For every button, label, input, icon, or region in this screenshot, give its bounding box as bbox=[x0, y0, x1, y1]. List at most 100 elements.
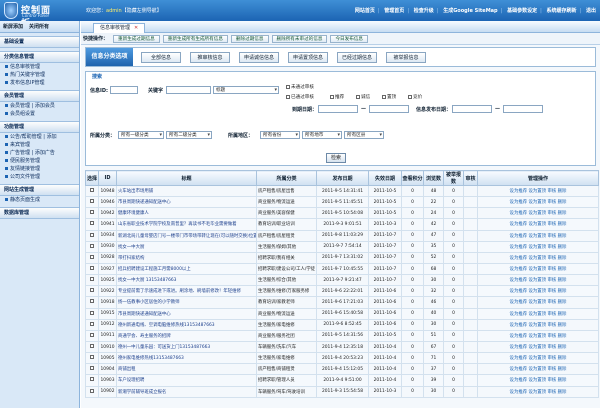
sidebar-item-members[interactable]: 会员管理 | 添加会员 bbox=[0, 102, 79, 110]
city-select[interactable]: 所有地市 bbox=[302, 131, 342, 139]
row-title[interactable]: 德州家电维修热线13153487663 bbox=[116, 352, 257, 365]
row-title[interactable]: 专业提前需了示速成进下或进。刷涂地、刷墙前修改！年轻维修 bbox=[116, 285, 257, 298]
row-checkbox[interactable] bbox=[90, 243, 94, 248]
row-actions[interactable]: 设为推荐 设为置顶 审核 删除 bbox=[477, 218, 599, 231]
row-title[interactable]: 找女一中大厨 13153487663 bbox=[116, 274, 257, 287]
col-publish-date[interactable]: 发布日期 bbox=[316, 170, 369, 186]
nav-logout[interactable]: 退出 bbox=[586, 8, 596, 14]
new-tab-link[interactable]: 新屏添加 bbox=[3, 23, 23, 30]
sidebar-item-info-audit[interactable]: 信息审核管理 bbox=[0, 63, 79, 71]
check-not-approved[interactable]: 未通过审核 bbox=[286, 84, 314, 90]
row-title[interactable]: 商通学会、寿主服务的招牌 bbox=[116, 329, 257, 342]
row-title[interactable]: 新潮学前辅导班成立报名 bbox=[116, 385, 257, 398]
close-all-link[interactable]: 关闭所有 bbox=[29, 23, 49, 30]
check-top[interactable]: 置顶 bbox=[382, 94, 396, 100]
row-checkbox[interactable] bbox=[90, 344, 94, 349]
id-input[interactable] bbox=[110, 86, 138, 94]
row-title[interactable]: 招兵招聘建设工程施工月需8000以上 bbox=[116, 262, 257, 276]
row-actions[interactable]: 设为推荐 设为置顶 审核 删除 bbox=[477, 385, 599, 398]
sidebar-item-ads[interactable]: 广告管理 | 添加广告 bbox=[0, 149, 79, 157]
nav-check-update[interactable]: 检查升级 bbox=[414, 8, 434, 14]
nav-cache-refresh[interactable]: 系统缓存刷新 bbox=[547, 8, 577, 14]
row-actions[interactable]: 设为推荐 设为置顶 审核 删除 bbox=[477, 374, 599, 387]
row-title[interactable]: 市县周期快递通知配送中心 bbox=[116, 196, 257, 209]
col-audit[interactable]: 审核 bbox=[463, 170, 478, 186]
sidebar-item-links[interactable]: 友情链接管理 bbox=[0, 165, 79, 173]
all-info-button[interactable]: 全部信息 bbox=[141, 52, 181, 63]
sidebar-item-files[interactable]: 公司文件管理 bbox=[0, 173, 79, 181]
regen-all-button[interactable]: 重新生成所有生成所有信息 bbox=[162, 34, 228, 43]
check-integrity[interactable]: 诚信 bbox=[356, 94, 370, 100]
row-checkbox[interactable] bbox=[90, 288, 94, 293]
row-title[interactable]: 带打扫家结构 bbox=[116, 251, 257, 264]
sidebar-group-basic[interactable]: 基础设置 bbox=[0, 36, 79, 48]
reported-info-button[interactable]: 被举报信息 bbox=[386, 52, 426, 63]
row-actions[interactable]: 设为推荐 设为置顶 审核 删除 bbox=[477, 307, 599, 320]
row-checkbox[interactable] bbox=[90, 355, 94, 360]
row-checkbox[interactable] bbox=[90, 188, 94, 193]
row-checkbox[interactable] bbox=[90, 277, 94, 282]
sidebar-item-guests[interactable]: 来宾管理 bbox=[0, 141, 79, 149]
row-title[interactable]: 商铺出租 bbox=[116, 363, 257, 376]
row-actions[interactable]: 设为推荐 设为置顶 审核 删除 bbox=[477, 229, 599, 242]
row-checkbox[interactable] bbox=[90, 299, 94, 304]
row-actions[interactable]: 设为推荐 设为置顶 审核 删除 bbox=[477, 363, 599, 376]
row-title[interactable]: 市县周期快递通知配送中心 bbox=[116, 307, 257, 320]
col-expire-date[interactable]: 失效日期 bbox=[368, 170, 402, 186]
row-title[interactable]: 车户设理招聘 bbox=[116, 374, 257, 387]
sidebar-group-database[interactable]: 数据库管理 bbox=[0, 207, 79, 219]
row-title[interactable]: 新湖北局儿童母婴店门号一楼带门市带场带转让现在(可以随时交换)位置 bbox=[116, 229, 257, 242]
row-checkbox[interactable] bbox=[90, 332, 94, 337]
tab-info-audit[interactable]: 信息审核管理 ✕ bbox=[93, 23, 146, 33]
sidebar-group-member[interactable]: 会员管理 bbox=[0, 90, 79, 102]
row-checkbox[interactable] bbox=[90, 377, 94, 382]
top-request-button[interactable]: 申请置顶信息 bbox=[288, 52, 328, 63]
row-actions[interactable]: 设为推荐 设为置顶 审核 删除 bbox=[477, 184, 599, 198]
sidebar-group-functions[interactable]: 功能管理 bbox=[0, 121, 79, 133]
expire-date-to[interactable] bbox=[369, 105, 409, 113]
col-reports[interactable]: 被举报数 bbox=[443, 170, 464, 186]
row-checkbox[interactable] bbox=[90, 254, 94, 259]
check-bid[interactable]: 竞价 bbox=[408, 94, 422, 100]
row-actions[interactable]: 设为推荐 设为置顶 审核 删除 bbox=[477, 196, 599, 209]
nav-sitemap[interactable]: 生成Google SiteMap bbox=[443, 8, 497, 14]
row-actions[interactable]: 设为推荐 设为置顶 审核 删除 bbox=[477, 240, 599, 253]
close-icon[interactable]: ✕ bbox=[134, 25, 138, 31]
category2-select[interactable]: 所有二级分类 bbox=[166, 131, 212, 139]
row-checkbox[interactable] bbox=[90, 266, 94, 271]
row-actions[interactable]: 设为推荐 设为置顶 审核 删除 bbox=[477, 251, 599, 264]
row-checkbox[interactable] bbox=[90, 310, 94, 315]
add-member-link[interactable]: 添加会员 bbox=[35, 103, 55, 109]
province-select[interactable]: 所有省份 bbox=[260, 131, 300, 139]
row-checkbox[interactable] bbox=[90, 388, 94, 393]
row-title[interactable]: 德州新通电线、空调电脑维修热线13153487663 bbox=[116, 318, 257, 331]
sidebar-item-ip[interactable]: 发布信息IP管理 bbox=[0, 79, 79, 87]
expire-date-from[interactable] bbox=[318, 105, 358, 113]
add-ad-link[interactable]: 添加广告 bbox=[35, 150, 55, 156]
row-title[interactable]: 找女一中大厨 bbox=[116, 240, 257, 253]
row-actions[interactable]: 设为推荐 设为置顶 审核 删除 bbox=[477, 352, 599, 365]
row-checkbox[interactable] bbox=[90, 321, 94, 326]
sidebar-item-keywords[interactable]: 热门关键字管理 bbox=[0, 71, 79, 79]
county-select[interactable]: 所有区县 bbox=[344, 131, 384, 139]
row-checkbox[interactable] bbox=[90, 210, 94, 215]
category1-select[interactable]: 所有一级分类 bbox=[118, 131, 164, 139]
add-notice-link[interactable]: 添加 bbox=[47, 134, 57, 140]
row-title[interactable]: 扬一伍教事小区居住的小学教师 bbox=[116, 296, 257, 309]
col-category[interactable]: 所属分类 bbox=[256, 170, 317, 186]
today-info-button[interactable]: 今日发布信息 bbox=[330, 34, 369, 43]
delete-unaudited-button[interactable]: 删除所有未审过的信息 bbox=[271, 34, 328, 43]
pending-audit-button[interactable]: 推审核信息 bbox=[190, 52, 230, 63]
row-checkbox[interactable] bbox=[90, 221, 94, 226]
row-actions[interactable]: 设为推荐 设为置顶 审核 删除 bbox=[477, 285, 599, 298]
publish-date-from[interactable] bbox=[452, 105, 492, 113]
row-actions[interactable]: 设为推荐 设为置顶 审核 删除 bbox=[477, 340, 599, 354]
nav-admin-home[interactable]: 管理首页 bbox=[384, 8, 404, 14]
sidebar-item-notices[interactable]: 公告/帮助管理 | 添加 bbox=[0, 133, 79, 141]
col-points[interactable]: 查看积分 bbox=[401, 170, 424, 186]
row-checkbox[interactable] bbox=[90, 232, 94, 237]
check-approved[interactable]: 已通过审核 bbox=[286, 94, 314, 100]
col-views[interactable]: 浏览数 bbox=[423, 170, 444, 186]
row-title[interactable]: 山东省职业技术学院学校及南普里？再读书不毛毕业需要做着 bbox=[116, 218, 257, 231]
row-actions[interactable]: 设为推荐 设为置顶 审核 删除 bbox=[477, 329, 599, 342]
